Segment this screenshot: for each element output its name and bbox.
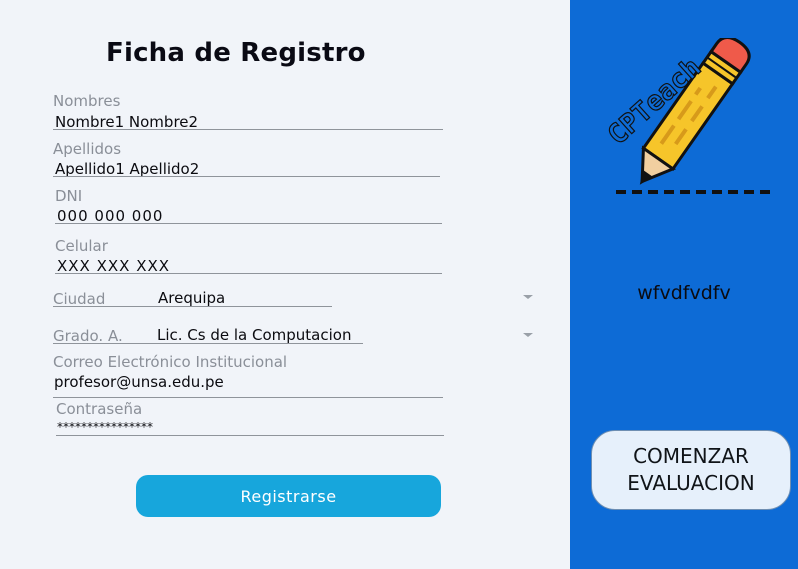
dni-underline (55, 223, 442, 224)
chevron-down-icon[interactable] (523, 333, 533, 337)
ciudad-underline (53, 306, 332, 307)
ciudad-select[interactable]: Arequipa (158, 289, 225, 307)
grado-select[interactable]: Lic. Cs de la Computacion (157, 326, 351, 344)
apellidos-label: Apellidos (53, 140, 122, 158)
pencil-logo-icon: CPTeach (601, 38, 770, 194)
chevron-down-icon[interactable] (523, 295, 533, 299)
grado-underline (53, 343, 363, 344)
correo-underline (53, 397, 443, 398)
start-evaluation-button[interactable]: COMENZAR EVALUACION (591, 430, 791, 510)
page-title: Ficha de Registro (106, 38, 366, 68)
contrasena-underline (56, 435, 444, 436)
contrasena-input[interactable]: **************** (57, 420, 153, 434)
dni-label: DNI (55, 187, 83, 205)
register-button[interactable]: Registrarse (136, 475, 441, 517)
registration-panel: Ficha de Registro Nombres Nombre1 Nombre… (0, 0, 570, 569)
celular-underline (55, 273, 442, 274)
contrasena-label: Contraseña (56, 400, 143, 418)
nombres-label: Nombres (53, 92, 121, 110)
celular-label: Celular (55, 237, 108, 255)
start-label-line1: COMENZAR (633, 444, 749, 468)
start-label-line2: EVALUACION (627, 471, 755, 495)
correo-input[interactable]: profesor@unsa.edu.pe (54, 373, 224, 391)
apellidos-underline (53, 176, 440, 177)
sidebar-text: wfvdfvdfv (637, 282, 731, 304)
nombres-underline (53, 129, 443, 130)
correo-label: Correo Electrónico Institucional (53, 353, 288, 371)
